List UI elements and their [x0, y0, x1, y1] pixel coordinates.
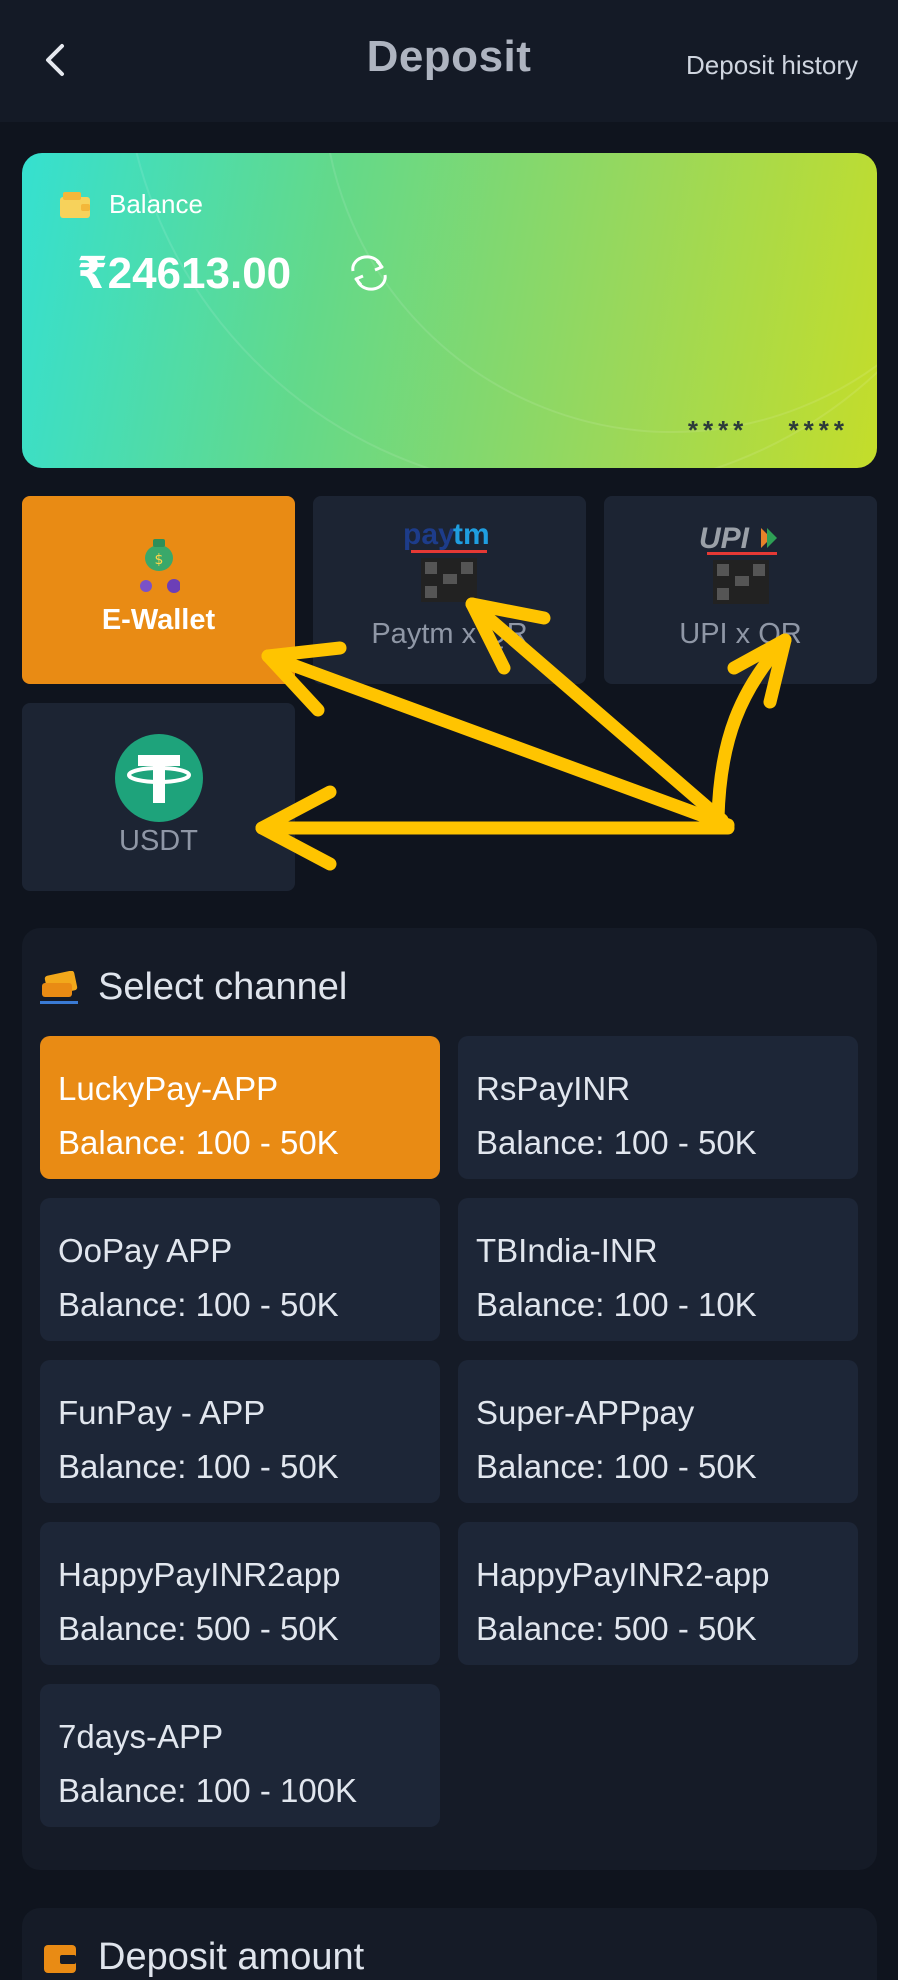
header-bar: Deposit Deposit history [0, 0, 898, 122]
svg-text:pay: pay [403, 518, 455, 551]
channel-name: OoPay APP [58, 1232, 233, 1269]
channel-name: HappyPayINR2-app [476, 1556, 770, 1593]
channel-option[interactable]: 7days-APP Balance: 100 - 100K [40, 1684, 440, 1827]
svg-text:$: $ [155, 552, 164, 568]
channel-name: Super-APPpay [476, 1394, 695, 1431]
balance-card: Balance ₹24613.00 **** **** [22, 153, 877, 468]
balance-label: Balance [109, 189, 203, 219]
refresh-icon[interactable] [347, 253, 391, 293]
channel-option[interactable]: Super-APPpay Balance: 100 - 50K [458, 1360, 858, 1503]
method-label: E-Wallet [101, 604, 216, 636]
channel-option[interactable]: HappyPayINR2-app Balance: 500 - 50K [458, 1522, 858, 1665]
deposit-amount-header: Deposit amount [40, 1936, 364, 1979]
channel-option[interactable]: TBIndia-INR Balance: 100 - 10K [458, 1198, 858, 1341]
channel-range: Balance: 500 - 50K [58, 1610, 339, 1647]
wallet-icon [60, 191, 90, 218]
balance-amount: ₹24613.00 [77, 249, 292, 298]
method-upi-qr[interactable]: UPI UPI x QR [604, 496, 877, 684]
channel-option[interactable]: FunPay - APP Balance: 100 - 50K [40, 1360, 440, 1503]
channel-option[interactable]: RsPayINR Balance: 100 - 50K [458, 1036, 858, 1179]
select-channel-header: Select channel [40, 966, 347, 1009]
masked-card-number: **** **** [687, 415, 849, 445]
channel-name: 7days-APP [58, 1718, 224, 1755]
paytm-qr-icon: pay tm [403, 518, 490, 602]
channel-range: Balance: 100 - 50K [476, 1124, 757, 1161]
select-channel-title: Select channel [98, 966, 348, 1008]
channel-option[interactable]: LuckyPay-APP Balance: 100 - 50K [40, 1036, 440, 1179]
channel-name: LuckyPay-APP [58, 1070, 279, 1107]
channel-range: Balance: 100 - 50K [476, 1448, 757, 1485]
method-e-wallet[interactable]: $ E-Wallet [22, 496, 295, 684]
method-label: USDT [119, 825, 198, 857]
method-label: Paytm x QR [371, 618, 528, 650]
deposit-amount-title: Deposit amount [98, 1936, 365, 1978]
channel-range: Balance: 100 - 50K [58, 1286, 339, 1323]
method-label: UPI x QR [679, 618, 802, 650]
channel-option[interactable]: HappyPayINR2app Balance: 500 - 50K [40, 1522, 440, 1665]
deposit-amount-panel: Deposit amount [22, 1908, 877, 1980]
method-paytm-qr[interactable]: pay tm Paytm x QR [313, 496, 586, 684]
channel-name: RsPayINR [476, 1070, 631, 1107]
channel-range: Balance: 100 - 10K [476, 1286, 757, 1323]
card-stack-icon [40, 970, 78, 1004]
deposit-history-link[interactable]: Deposit history [686, 50, 858, 81]
channel-range: Balance: 100 - 100K [58, 1772, 358, 1809]
tether-icon [115, 734, 203, 822]
upi-qr-icon: UPI [699, 522, 777, 604]
select-channel-panel: Select channel LuckyPay-APP Balance: 100… [22, 928, 877, 1870]
wallet-box-icon [44, 1944, 76, 1973]
channel-option[interactable]: OoPay APP Balance: 100 - 50K [40, 1198, 440, 1341]
channel-name: HappyPayINR2app [58, 1556, 341, 1593]
svg-text:UPI: UPI [699, 522, 750, 555]
channel-range: Balance: 100 - 50K [58, 1124, 339, 1161]
svg-text:tm: tm [453, 518, 490, 551]
channel-name: FunPay - APP [58, 1394, 266, 1431]
channel-range: Balance: 500 - 50K [476, 1610, 757, 1647]
channel-range: Balance: 100 - 50K [58, 1448, 339, 1485]
method-usdt[interactable]: USDT [22, 703, 295, 891]
channel-name: TBIndia-INR [476, 1232, 658, 1269]
balance-label-row: Balance [59, 189, 203, 220]
money-bag-icon: $ [140, 539, 180, 593]
